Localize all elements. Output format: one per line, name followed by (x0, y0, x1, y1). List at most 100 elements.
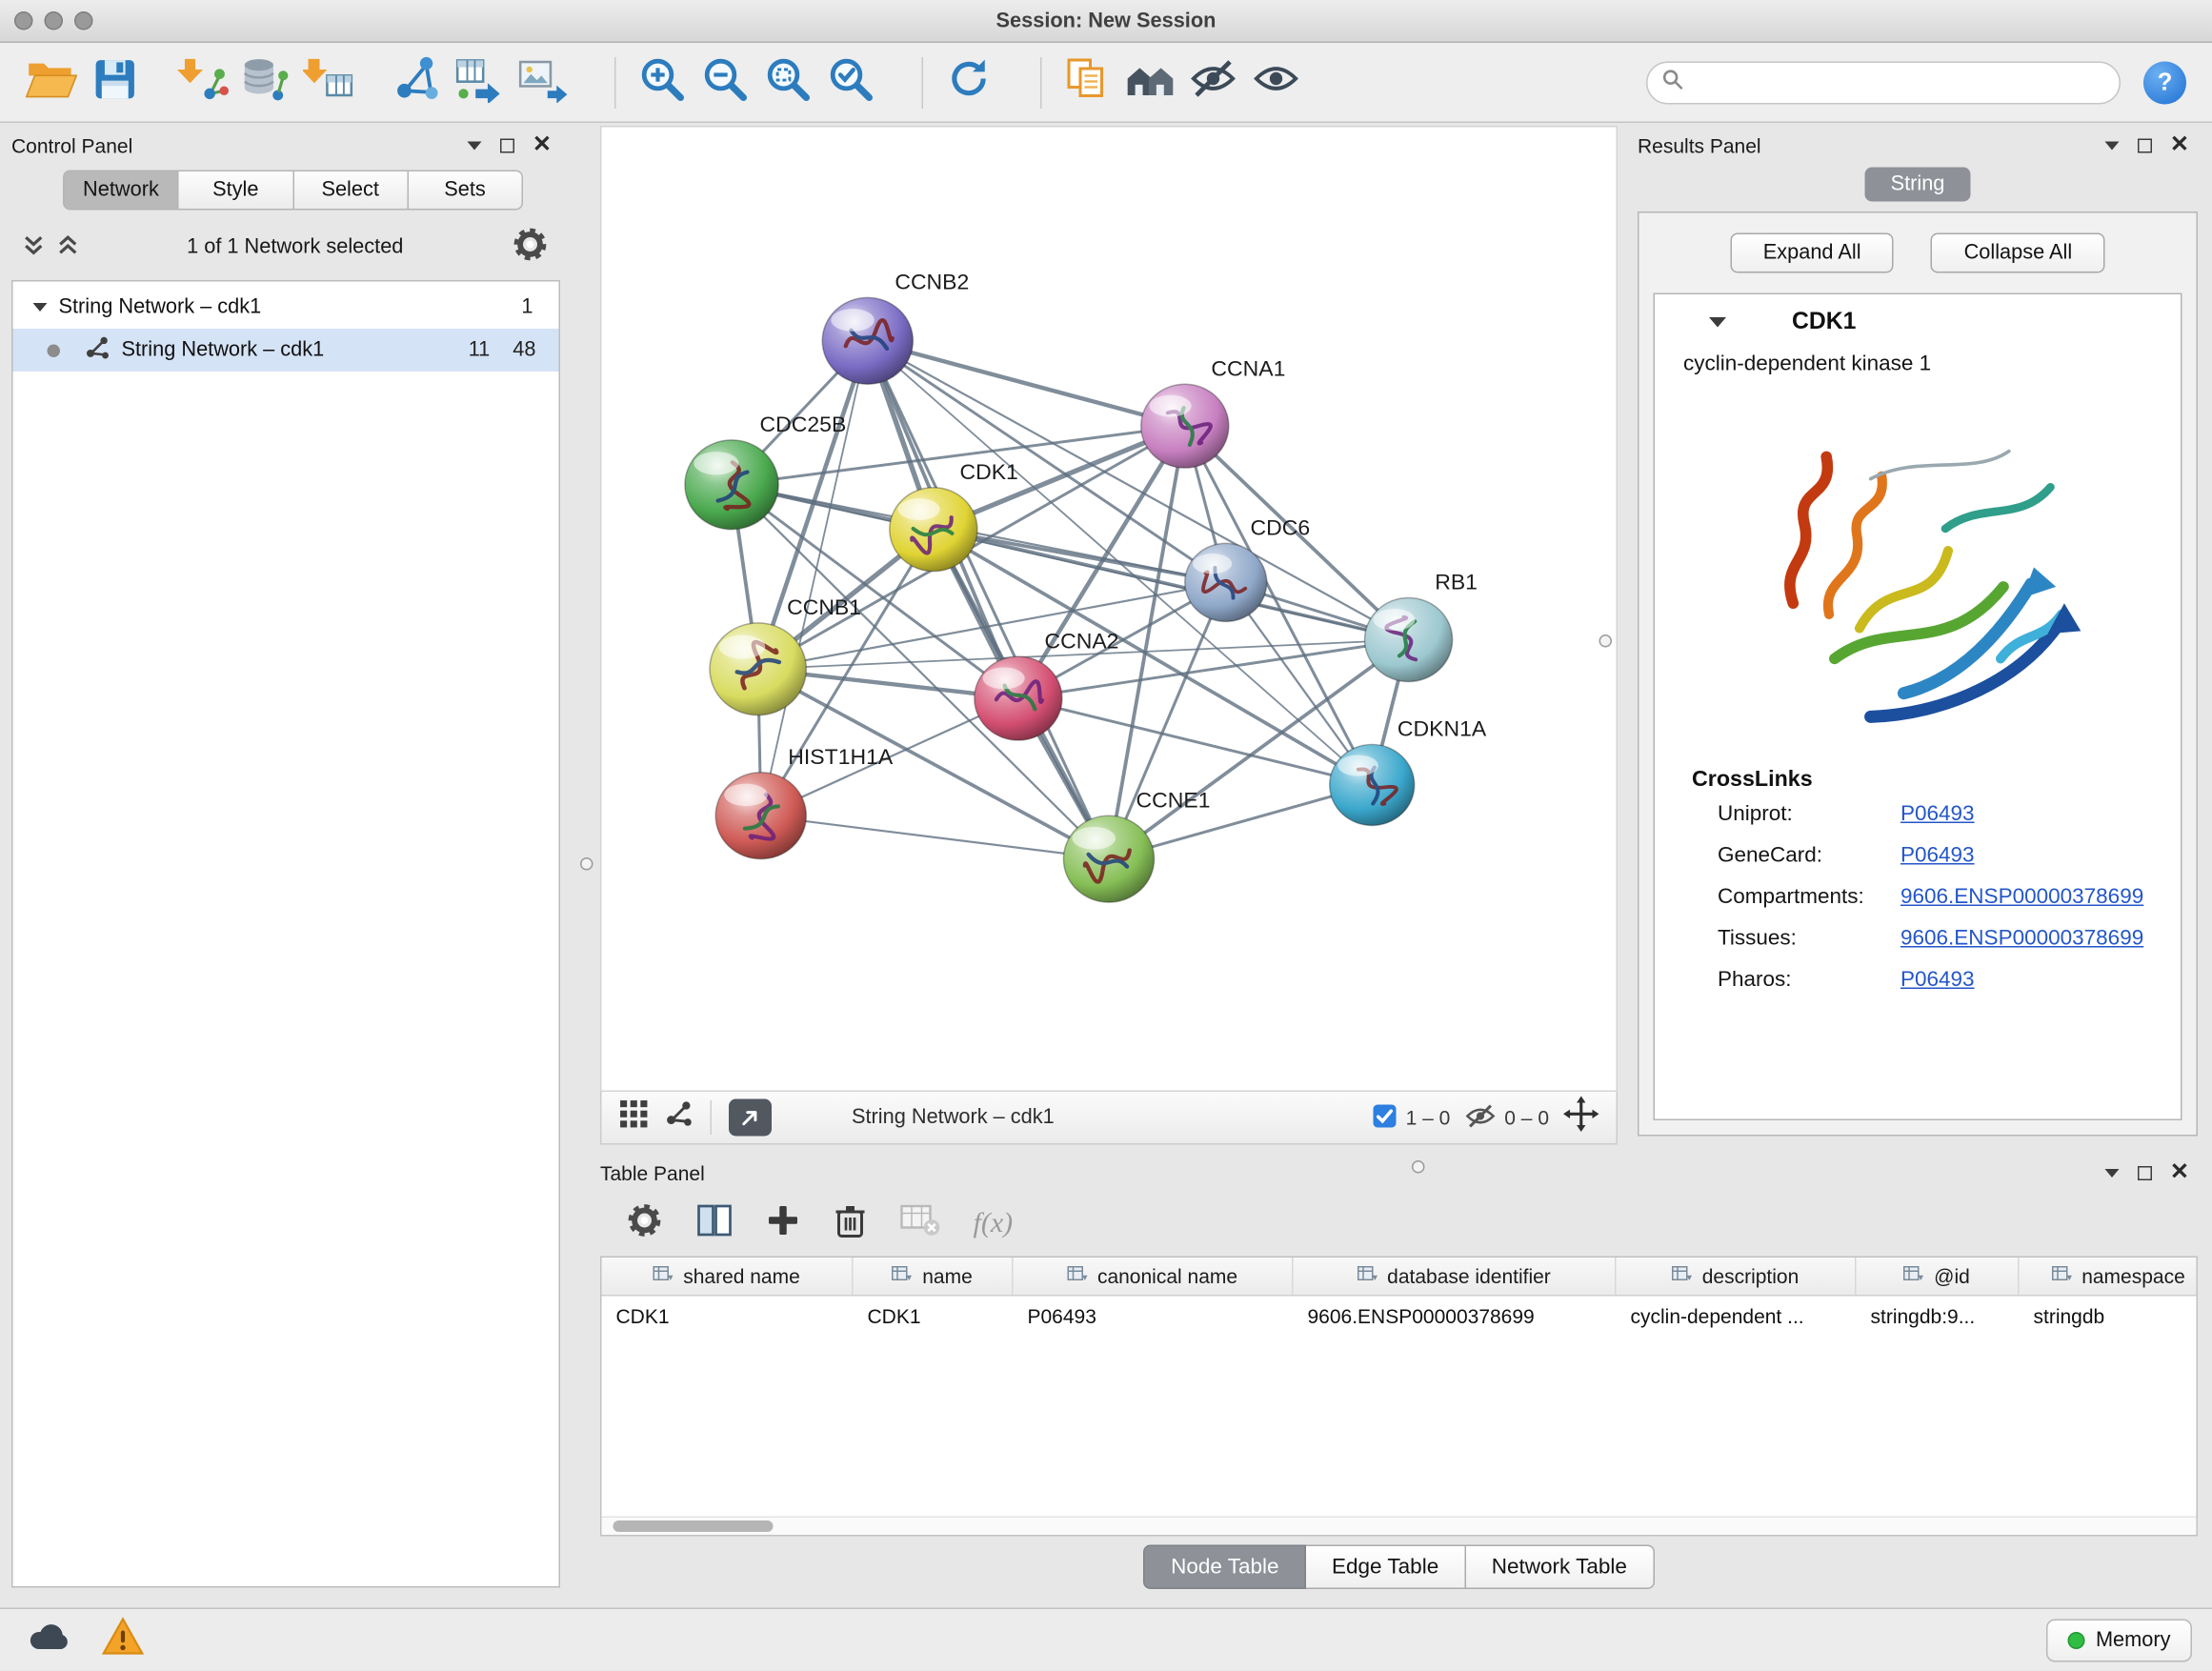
results-panel-close-icon[interactable]: ✕ (2170, 134, 2189, 157)
gene-expander-icon[interactable] (1709, 316, 1726, 327)
zoom-fit-button[interactable] (756, 50, 819, 115)
table-row[interactable]: CDK1CDK1P064939606.ENSP00000378699cyclin… (602, 1297, 2197, 1336)
open-session-button[interactable] (20, 50, 83, 115)
network-overview-icon[interactable] (666, 1100, 694, 1135)
table-cell: cyclin-dependent ... (1617, 1304, 1857, 1327)
cloud-button[interactable] (20, 1619, 77, 1661)
control-panel-menu-icon[interactable] (467, 142, 481, 151)
network-edge-CCNB2-CCNB1[interactable] (758, 341, 868, 669)
import-network-database-button[interactable] (234, 50, 297, 115)
zoom-out-button[interactable] (694, 50, 756, 115)
network-node-CCNA1[interactable]: CCNA1 (1141, 357, 1286, 468)
memory-button[interactable]: Memory (2045, 1619, 2192, 1661)
tab-node-table[interactable]: Node Table (1144, 1544, 1306, 1589)
collapse-all-button[interactable]: Collapse All (1931, 233, 2105, 273)
table-toolbar: f(x) (600, 1191, 2198, 1257)
warnings-button[interactable] (94, 1619, 151, 1661)
collection-expander-icon[interactable] (33, 303, 48, 312)
crosslink-pharos-link[interactable]: P06493 (1900, 968, 1975, 993)
network-node-CDKN1A[interactable]: CDKN1A (1330, 717, 1487, 825)
delete-column-icon[interactable] (834, 1201, 868, 1246)
export-network-button[interactable] (729, 1099, 772, 1137)
network-node-CCNB1[interactable]: CCNB1 (710, 596, 861, 715)
bottom-splitter-grip[interactable] (1412, 1160, 1425, 1174)
column-header-shared-name[interactable]: shared name (602, 1258, 854, 1295)
save-session-button[interactable] (83, 50, 146, 115)
copy-button[interactable] (1056, 50, 1119, 115)
tab-network[interactable]: Network (63, 171, 179, 211)
network-collection-row[interactable]: String Network – cdk1 1 (13, 286, 559, 329)
network-edge-HIST1H1A-CCNE1[interactable] (761, 815, 1109, 858)
table-panel-float-icon[interactable] (2137, 1166, 2151, 1180)
table-horizontal-scrollbar[interactable] (602, 1517, 2197, 1536)
network-node-CDK1[interactable]: CDK1 (890, 460, 1018, 571)
network-node-CDC6[interactable]: CDC6 (1185, 516, 1310, 621)
crosslink-tissues-link[interactable]: 9606.ENSP00000378699 (1900, 926, 2143, 951)
expand-all-tree-icon[interactable] (23, 233, 45, 261)
network-node-CCNB2[interactable]: CCNB2 (822, 271, 969, 384)
results-panel-float-icon[interactable] (2137, 139, 2151, 153)
results-panel-menu-icon[interactable] (2104, 142, 2119, 151)
network-row[interactable]: String Network – cdk1 11 48 (13, 329, 559, 372)
crosslink-genecard-link[interactable]: P06493 (1900, 843, 1975, 868)
hidden-eye-icon[interactable] (1464, 1101, 1496, 1135)
column-header-canonical-name[interactable]: canonical name (1014, 1258, 1294, 1295)
crosslink-uniprot-link[interactable]: P06493 (1900, 802, 1975, 827)
zoom-in-button[interactable] (631, 50, 694, 115)
birdseye-view-icon[interactable] (619, 1099, 650, 1137)
tab-edge-table[interactable]: Edge Table (1306, 1544, 1466, 1589)
tab-sets[interactable]: Sets (409, 171, 523, 211)
new-network-from-table-button[interactable] (449, 50, 512, 115)
new-network-button[interactable] (386, 50, 449, 115)
column-header-description[interactable]: description (1617, 1258, 1857, 1295)
left-splitter-grip[interactable] (580, 857, 593, 871)
add-column-icon[interactable] (766, 1203, 800, 1245)
pan-crosshair-icon[interactable] (1563, 1097, 1599, 1139)
zoom-selected-button[interactable] (819, 50, 882, 115)
column-header--id[interactable]: @id (1857, 1258, 2020, 1295)
column-header-namespace[interactable]: namespace (2020, 1258, 2199, 1295)
minimize-window-button[interactable] (45, 11, 64, 30)
table-panel-close-icon[interactable]: ✕ (2170, 1162, 2189, 1185)
close-window-button[interactable] (14, 11, 33, 30)
selected-checkbox-icon[interactable] (1372, 1103, 1398, 1134)
right-splitter-grip[interactable] (1599, 634, 1613, 648)
tab-style[interactable]: Style (179, 171, 293, 211)
show-all-button[interactable] (1245, 50, 1308, 115)
column-type-icon (1672, 1265, 1692, 1288)
import-network-file-button[interactable] (171, 50, 234, 115)
control-panel-float-icon[interactable] (499, 139, 513, 153)
refresh-button[interactable] (937, 50, 1000, 115)
column-header-name[interactable]: name (854, 1258, 1014, 1295)
network-options-gear-icon[interactable] (512, 226, 549, 269)
hide-selected-button[interactable] (1182, 50, 1245, 115)
network-node-RB1[interactable]: RB1 (1365, 571, 1478, 681)
refresh-icon (945, 54, 994, 111)
tab-network-table[interactable]: Network Table (1466, 1544, 1655, 1589)
control-panel-close-icon[interactable]: ✕ (533, 134, 552, 157)
collapse-all-tree-icon[interactable] (57, 233, 79, 261)
gene-section-header[interactable]: CDK1 (1655, 294, 2181, 349)
import-table-file-button[interactable] (297, 50, 360, 115)
network-graph[interactable]: CCNB2CCNA1CDC25BCDK1CDC6RB1CCNB1CCNA2CDK… (602, 128, 1617, 1091)
table-panel-menu-icon[interactable] (2104, 1169, 2119, 1178)
crosslink-compartments-link[interactable]: 9606.ENSP00000378699 (1900, 885, 2143, 910)
first-neighbors-button[interactable] (1119, 50, 1182, 115)
scrollbar-thumb[interactable] (613, 1520, 774, 1532)
network-node-HIST1H1A[interactable]: HIST1H1A (715, 745, 893, 858)
column-header-database-identifier[interactable]: database identifier (1294, 1258, 1617, 1295)
gene-name: CDK1 (1792, 308, 1856, 335)
search-input[interactable] (1692, 70, 2105, 93)
maximize-window-button[interactable] (74, 11, 93, 30)
network-canvas[interactable]: CCNB2CCNA1CDC25BCDK1CDC6RB1CCNB1CCNA2CDK… (600, 126, 1618, 1092)
network-edge-CCNB2-CCNE1[interactable] (868, 341, 1109, 859)
help-button[interactable]: ? (2143, 61, 2186, 104)
tab-select[interactable]: Select (293, 171, 408, 211)
expand-all-button[interactable]: Expand All (1730, 233, 1894, 273)
function-builder-icon[interactable]: f(x) (974, 1207, 1014, 1240)
show-columns-icon[interactable] (696, 1203, 734, 1245)
tab-string[interactable]: String (1865, 168, 1971, 202)
search-box[interactable] (1646, 61, 2121, 104)
export-image-button[interactable] (512, 50, 574, 115)
table-settings-gear-icon[interactable] (626, 1201, 663, 1246)
